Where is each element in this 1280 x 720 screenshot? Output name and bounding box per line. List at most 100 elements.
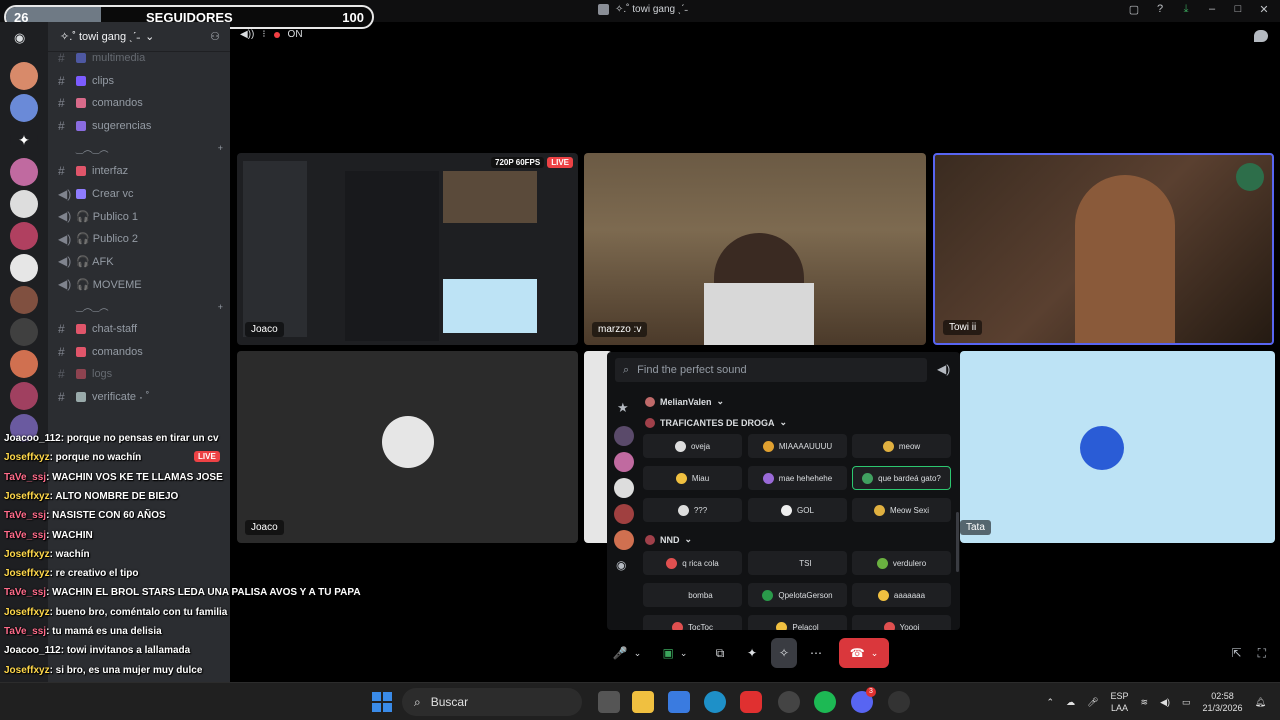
sound-button[interactable]: q rica cola xyxy=(643,551,742,575)
server-icon[interactable] xyxy=(10,382,38,410)
more-button[interactable]: ⋯ xyxy=(803,638,829,668)
server-icon[interactable] xyxy=(10,94,38,122)
popout-icon[interactable]: ⇱ xyxy=(1232,646,1242,661)
chat-bubble-icon[interactable] xyxy=(1254,30,1268,42)
mic-icon[interactable]: 🎤︎ xyxy=(1087,697,1098,708)
text-channel[interactable]: # chat-staff xyxy=(58,319,223,339)
text-channel[interactable]: # sugerencias xyxy=(58,116,223,136)
scrollbar[interactable] xyxy=(956,512,959,572)
server-sound-icon[interactable] xyxy=(614,426,634,446)
windows-start-icon[interactable] xyxy=(372,692,392,712)
chevron-up-icon[interactable]: ⌃ xyxy=(1047,697,1055,708)
fullscreen-icon[interactable]: ⛶ xyxy=(1258,646,1266,661)
screen-share-button[interactable]: ⧉ xyxy=(707,638,733,668)
discord-home-icon[interactable]: ◉ xyxy=(14,30,25,46)
obs-icon[interactable] xyxy=(888,691,910,713)
store-icon[interactable] xyxy=(668,691,690,713)
server-icon[interactable] xyxy=(10,190,38,218)
maximize-button[interactable]: □ xyxy=(1232,3,1244,16)
server-sound-icon[interactable] xyxy=(614,452,634,472)
channel-category[interactable]: ‿︵‿︵ + xyxy=(58,297,223,317)
sound-group-header[interactable]: MelianValen ⌄ xyxy=(645,396,724,407)
sound-button[interactable]: que bardeá gato? xyxy=(852,466,951,490)
avatar-tile[interactable]: Joaco xyxy=(237,351,578,543)
download-icon[interactable]: ⤓ xyxy=(1180,3,1192,16)
server-icon[interactable] xyxy=(10,286,38,314)
sound-search-input[interactable]: ⌕ Find the perfect sound xyxy=(615,358,927,382)
hang-up-button[interactable]: ☎ ⌄ xyxy=(839,638,889,668)
clock[interactable]: 02:58 21/3/2026 xyxy=(1203,690,1243,714)
server-sound-icon[interactable] xyxy=(614,478,634,498)
sound-button[interactable]: oveja xyxy=(643,434,742,458)
voice-channel[interactable]: ◀) Crear vc xyxy=(58,184,223,204)
youtube-icon[interactable] xyxy=(740,691,762,713)
server-icon[interactable] xyxy=(10,318,38,346)
soundboard-button[interactable]: ✧ xyxy=(771,638,797,668)
cloud-icon[interactable]: ☁ xyxy=(1066,697,1075,708)
minimize-button[interactable]: – xyxy=(1206,3,1218,16)
camera-tile[interactable]: marzzo :v xyxy=(584,153,926,345)
server-sound-icon[interactable] xyxy=(614,530,634,550)
sound-button[interactable]: meow xyxy=(852,434,951,458)
text-channel[interactable]: # logs xyxy=(58,364,223,384)
add-channel-icon[interactable]: + xyxy=(218,143,223,153)
camera-tile-speaking[interactable]: Towi ii xyxy=(933,153,1274,345)
voice-channel[interactable]: ◀) 🎧 AFK xyxy=(58,251,223,271)
sound-button[interactable]: verdulero xyxy=(852,551,951,575)
mic-button[interactable]: 🎤 ⌄ xyxy=(605,638,649,668)
sound-button[interactable]: mae hehehehe xyxy=(748,466,847,490)
chatgpt-icon[interactable] xyxy=(778,691,800,713)
server-icon[interactable] xyxy=(10,254,38,282)
voice-channel[interactable]: ◀) 🎧 Publico 1 xyxy=(58,206,223,226)
text-channel[interactable]: # interfaz xyxy=(58,161,223,181)
text-channel[interactable]: # verificate ˖ ˚ xyxy=(58,387,223,407)
channel-category[interactable]: ‿︵‿︵ + xyxy=(58,138,223,158)
sound-button[interactable]: Pelacol xyxy=(748,615,847,630)
voice-channel[interactable]: ◀) 🎧 Publico 2 xyxy=(58,229,223,249)
sound-button[interactable]: Miau xyxy=(643,466,742,490)
text-channel[interactable]: # multimedia xyxy=(58,48,223,68)
sound-button[interactable]: MIAAAAUUUU xyxy=(748,434,847,458)
sound-group-header[interactable]: TRAFICANTES DE DROGA ⌄ xyxy=(645,417,787,428)
speaker-icon[interactable]: ◀)) xyxy=(240,29,254,40)
avatar-tile[interactable]: Tata xyxy=(960,351,1275,543)
volume-icon[interactable]: ◀) xyxy=(937,362,951,376)
camera-button[interactable]: ▣ ⌄ xyxy=(653,638,697,668)
volume-icon[interactable]: ◀) xyxy=(1160,697,1170,708)
help-icon[interactable]: ? xyxy=(1154,3,1166,16)
sound-button[interactable]: Yoooi xyxy=(852,615,951,630)
activities-button[interactable]: ✦ xyxy=(739,638,765,668)
screenshare-tile[interactable]: 720P 60FPS LIVE Joaco xyxy=(237,153,578,345)
sound-button[interactable]: GOL xyxy=(748,498,847,522)
sound-group-header[interactable]: NND ⌄ xyxy=(645,534,692,545)
sound-button[interactable]: Meow Sexi xyxy=(852,498,951,522)
add-channel-icon[interactable]: + xyxy=(218,302,223,312)
sound-button[interactable]: bomba xyxy=(643,583,742,607)
star-icon[interactable]: ★ xyxy=(617,400,629,416)
server-sound-icon[interactable] xyxy=(614,504,634,524)
edge-icon[interactable] xyxy=(704,691,726,713)
sound-button[interactable]: TSI xyxy=(748,551,847,575)
server-icon[interactable] xyxy=(10,158,38,186)
text-channel[interactable]: # comandos xyxy=(58,93,223,113)
inbox-icon[interactable]: ▢ xyxy=(1128,3,1140,16)
text-channel[interactable]: # clips xyxy=(58,71,223,91)
sound-button[interactable]: QpelotaGerson xyxy=(748,583,847,607)
spotify-icon[interactable] xyxy=(814,691,836,713)
task-view-icon[interactable] xyxy=(598,691,620,713)
wifi-icon[interactable]: ≋ xyxy=(1141,697,1149,708)
voice-channel[interactable]: ◀) 🎧 MOVEME xyxy=(58,274,223,294)
sound-button[interactable]: ??? xyxy=(643,498,742,522)
file-explorer-icon[interactable] xyxy=(632,691,654,713)
sound-button[interactable]: aaaaaaa xyxy=(852,583,951,607)
server-icon[interactable] xyxy=(10,222,38,250)
battery-icon[interactable]: ▭ xyxy=(1182,697,1191,708)
discord-icon[interactable]: ◉ xyxy=(616,558,626,572)
person-plus-icon[interactable]: ⚇ xyxy=(210,30,220,43)
notification-bell-icon[interactable]: 🔔︎ xyxy=(1255,697,1266,708)
close-button[interactable]: ✕ xyxy=(1258,3,1270,16)
sound-button[interactable]: TocToc xyxy=(643,615,742,630)
taskbar-search[interactable]: ⌕ Buscar xyxy=(402,688,582,716)
add-server-icon[interactable]: ✦ xyxy=(10,126,38,154)
discord-icon[interactable]: 3 xyxy=(851,687,876,713)
